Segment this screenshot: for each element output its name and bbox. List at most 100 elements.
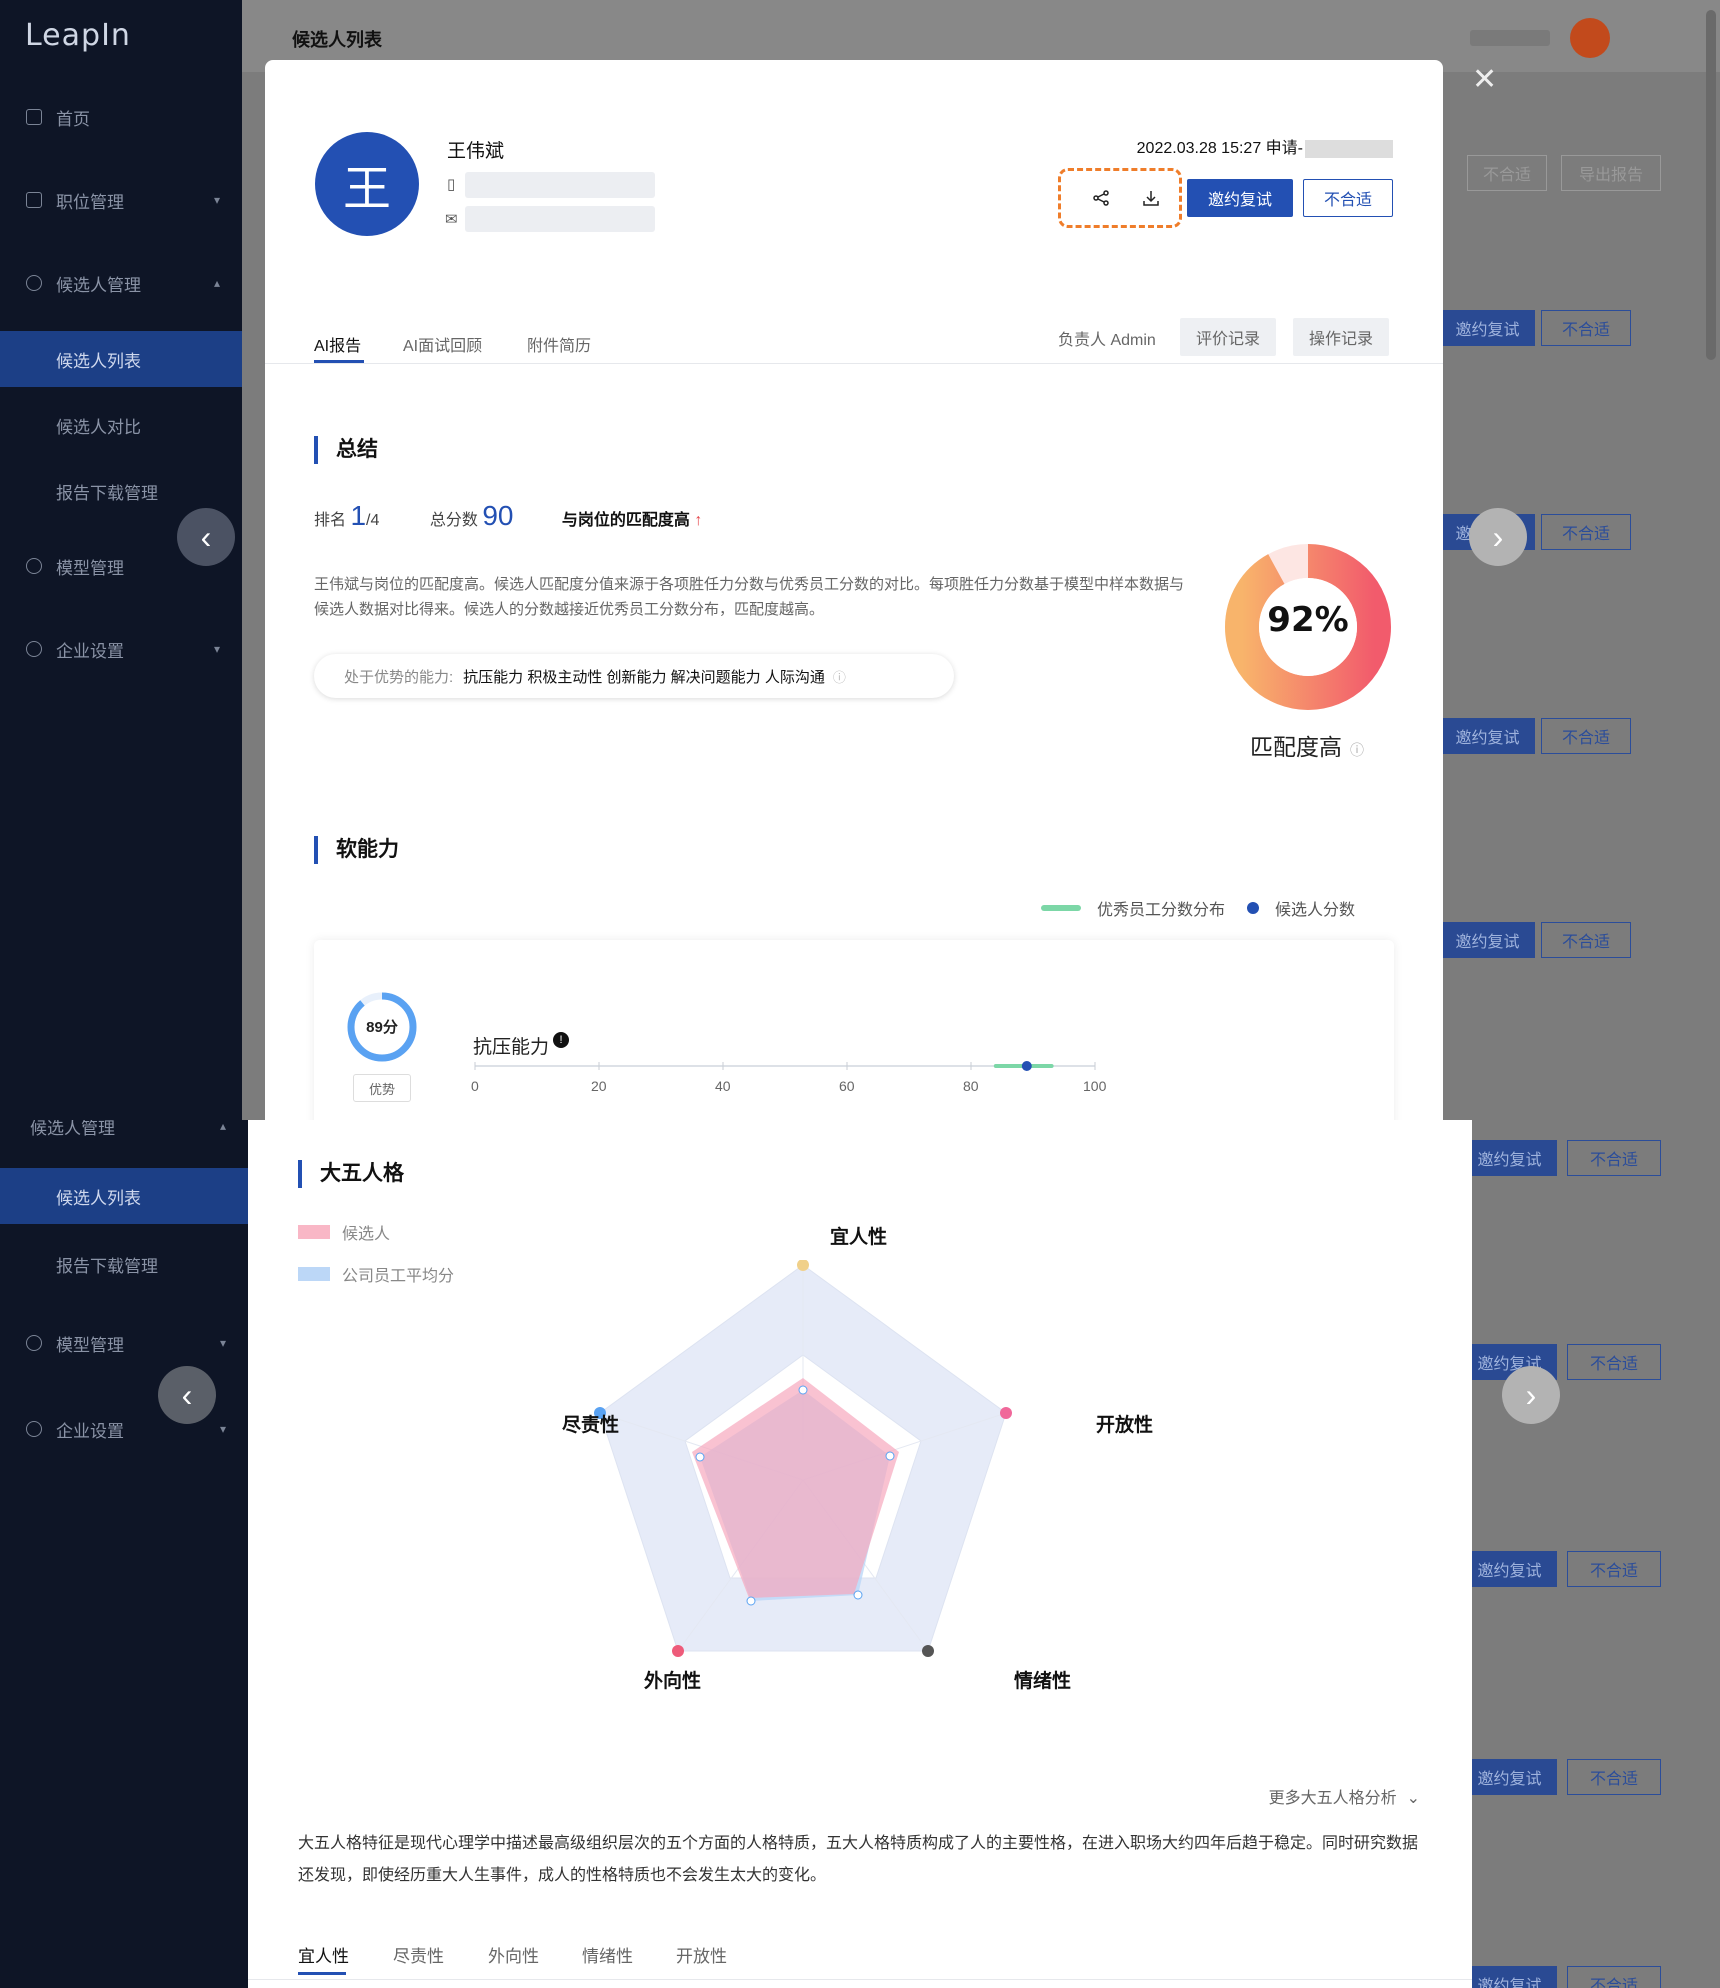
total-score: 90 (482, 500, 514, 531)
tab-openness[interactable]: 开放性 (676, 1942, 727, 1967)
tab-conscientiousness[interactable]: 尽责性 (393, 1942, 444, 1967)
sidebar-item-label: 职位管理 (56, 192, 124, 212)
sidebar-item-home[interactable]: 首页 (0, 89, 242, 145)
sidebar-item-label: 候选人管理 (30, 1120, 115, 1138)
chevron-down-icon: ▾ (219, 1422, 226, 1436)
settings-icon (26, 1421, 42, 1437)
strength-badge: 优势 (353, 1074, 411, 1102)
prev-candidate-button[interactable]: ‹ (158, 1366, 216, 1424)
axis-tick-label: 40 (715, 1078, 731, 1094)
radar-label-neuroticism: 情绪性 (1014, 1671, 1072, 1692)
share-icon[interactable] (1081, 180, 1121, 216)
invite-button[interactable]: 邀约复试 (1440, 718, 1535, 754)
not-fit-button[interactable]: 不合适 (1541, 514, 1631, 550)
legend-swatch (1247, 902, 1259, 914)
sidebar-item-jobs[interactable]: 职位管理 ▾ (0, 172, 242, 228)
sidebar-item-label: 模型管理 (56, 558, 124, 578)
candidate-score-point (1021, 1061, 1032, 1071)
prev-candidate-button[interactable]: ‹ (177, 508, 235, 566)
radar-label-openness: 开放性 (1096, 1415, 1154, 1436)
radar-label-conscientiousness: 尽责性 (562, 1415, 620, 1436)
tab-ai-report[interactable]: AI报告 (314, 332, 361, 356)
next-candidate-button[interactable]: › (1502, 1366, 1560, 1424)
invite-button[interactable]: 邀约复试 (1462, 1140, 1557, 1176)
user-menu[interactable] (1470, 30, 1550, 46)
sidebar-item-label: 候选人列表 (56, 1188, 141, 1208)
close-icon[interactable]: ✕ (1472, 62, 1497, 97)
candidate-avatar: 王 (315, 132, 419, 236)
sidebar-item-report-download[interactable]: 报告下载管理 (0, 1236, 248, 1292)
strengths-pill: 处于优势的能力: 抗压能力 积极主动性 创新能力 解决问题能力 人际沟通 ⓘ (314, 654, 954, 698)
next-candidate-button[interactable]: › (1469, 508, 1527, 566)
not-fit-button[interactable]: 不合适 (1541, 310, 1631, 346)
not-fit-button[interactable]: 不合适 (1567, 1344, 1661, 1380)
invite-button[interactable]: 邀约复试 (1462, 1551, 1557, 1587)
chevron-down-icon: ⌄ (1406, 1790, 1420, 1807)
chevron-up-icon: ▴ (219, 1120, 226, 1133)
chevron-down-icon: ▾ (219, 1336, 226, 1350)
legend-candidate: 候选人分数 (1247, 896, 1355, 920)
user-icon (26, 275, 42, 291)
reject-button[interactable]: 不合适 (1303, 179, 1393, 217)
legend-swatch (298, 1225, 330, 1239)
invite-button[interactable]: 邀约复试 (1462, 1759, 1557, 1795)
tab-indicator (314, 360, 364, 363)
big-five-radar (594, 1260, 1012, 1657)
chevron-down-icon: ▾ (213, 193, 220, 207)
tab-resume[interactable]: 附件简历 (527, 332, 591, 356)
model-icon (26, 558, 42, 574)
sidebar-item-candidates[interactable]: 候选人管理 ▴ (0, 255, 242, 311)
sidebar-item-settings[interactable]: 企业设置 ▾ (0, 621, 242, 677)
not-fit-button[interactable]: 不合适 (1541, 922, 1631, 958)
scrollbar[interactable] (1706, 10, 1716, 360)
big-five-title: 大五人格 (298, 1160, 404, 1188)
sidebar-item-label: 候选人管理 (56, 275, 141, 295)
evaluation-log-button[interactable]: 评价记录 (1180, 318, 1277, 356)
model-icon (26, 1335, 42, 1351)
not-fit-button[interactable]: 不合适 (1567, 1966, 1661, 1988)
legend-candidate: 候选人 (298, 1220, 390, 1244)
sidebar-item-candidate-list[interactable]: 候选人列表 (0, 331, 242, 387)
sidebar-item-label: 首页 (56, 109, 90, 129)
chevron-down-icon: ▾ (213, 642, 220, 656)
sidebar-item-candidate-compare[interactable]: 候选人对比 (0, 397, 242, 453)
download-icon[interactable] (1131, 180, 1171, 216)
sidebar-item-candidates[interactable]: 候选人管理 ▴ (0, 1120, 248, 1154)
tab-agreeableness[interactable]: 宜人性 (298, 1942, 349, 1967)
info-icon: ⓘ (832, 669, 846, 685)
legend-company-average: 公司员工平均分 (298, 1262, 454, 1286)
tab-neuroticism[interactable]: 情绪性 (582, 1942, 633, 1967)
operation-log-button[interactable]: 操作记录 (1293, 318, 1390, 356)
not-fit-button[interactable]: 不合适 (1567, 1140, 1661, 1176)
tab-indicator (298, 1972, 346, 1975)
invite-retest-button[interactable]: 邀约复试 (1187, 179, 1293, 217)
more-analysis-toggle[interactable]: 更多大五人格分析 ⌄ (1269, 1784, 1420, 1808)
arrow-up-icon: ↑ (694, 512, 703, 529)
avatar[interactable] (1570, 18, 1610, 58)
not-fit-button[interactable]: 不合适 (1567, 1759, 1661, 1795)
candidate-name: 王伟斌 (447, 141, 505, 162)
batch-not-fit-button[interactable]: 不合适 (1467, 155, 1547, 191)
phone-icon: ▯ (447, 176, 456, 193)
export-report-button[interactable]: 导出报告 (1561, 155, 1661, 191)
tab-ai-review[interactable]: AI面试回顾 (403, 332, 482, 356)
owner-label: 负责人 Admin (1058, 332, 1156, 349)
legend-swatch (1041, 905, 1081, 911)
sidebar-item-models[interactable]: 模型管理 ▾ (0, 1315, 248, 1371)
sidebar-item-label: 报告下载管理 (56, 483, 158, 503)
big-five-description: 大五人格特征是现代心理学中描述最高级组织层次的五个方面的人格特质，五大人格特质构… (298, 1835, 1419, 1884)
sidebar-item-label: 候选人列表 (56, 351, 141, 371)
mail-icon: ✉ (445, 211, 458, 228)
axis-tick-label: 80 (963, 1078, 979, 1094)
invite-button[interactable]: 邀约复试 (1440, 310, 1535, 346)
not-fit-button[interactable]: 不合适 (1567, 1551, 1661, 1587)
sidebar-item-label: 候选人对比 (56, 417, 141, 437)
invite-button[interactable]: 邀约复试 (1440, 922, 1535, 958)
sidebar-item-label: 模型管理 (56, 1335, 124, 1355)
not-fit-button[interactable]: 不合适 (1541, 718, 1631, 754)
invite-button[interactable]: 邀约复试 (1462, 1966, 1557, 1988)
sidebar-item-candidate-list[interactable]: 候选人列表 (0, 1168, 248, 1224)
radar-label-extraversion: 外向性 (644, 1671, 702, 1692)
tab-extraversion[interactable]: 外向性 (488, 1942, 539, 1967)
summary-title: 总结 (314, 436, 378, 464)
